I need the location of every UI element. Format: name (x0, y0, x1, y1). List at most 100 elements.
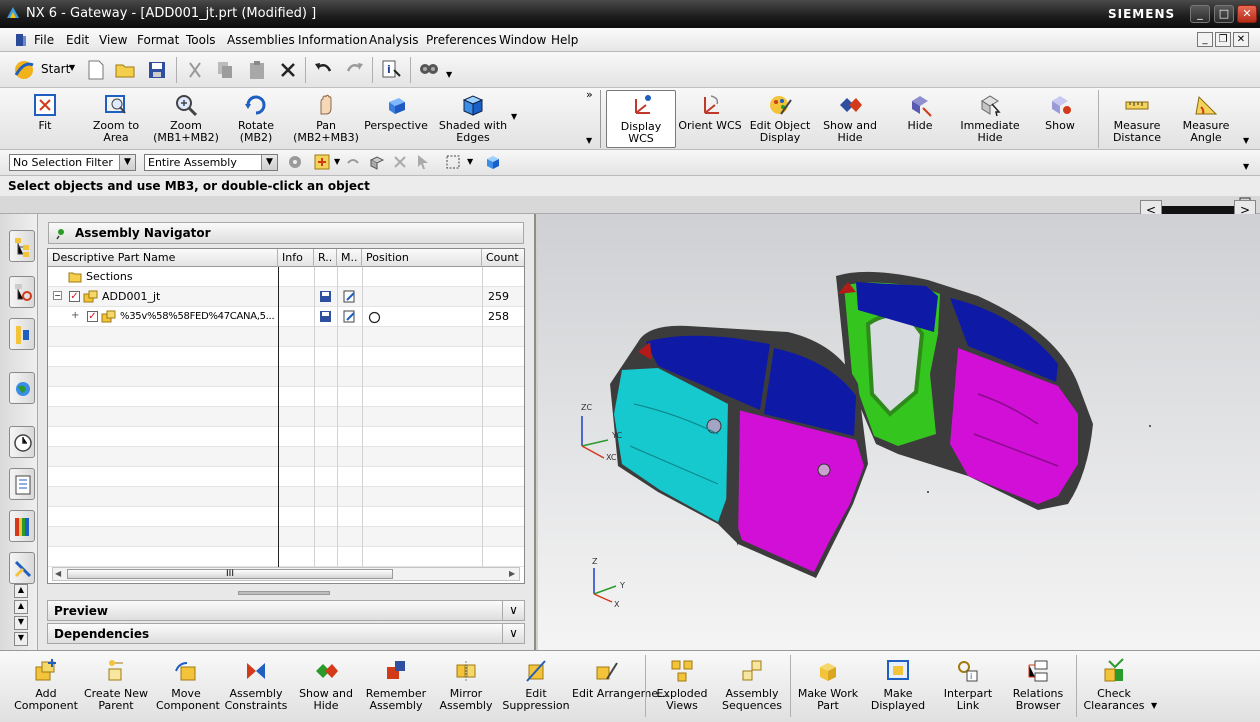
hide-button[interactable]: Hide (896, 90, 944, 148)
add-component-button[interactable]: Add Component (14, 655, 78, 719)
tree-row-component[interactable]: + ✓ %35v%58%58FED%47CANA,5... 258 (48, 307, 524, 327)
splitter-handle[interactable] (238, 591, 330, 595)
check-clearances-button[interactable]: Check Clearances (1082, 655, 1146, 719)
col-count[interactable]: Count (482, 249, 524, 267)
find-icon[interactable] (418, 58, 440, 80)
preview-panel[interactable]: Preview ∨ (47, 600, 525, 621)
menu-window[interactable]: Window (499, 33, 546, 47)
collapse-toggle[interactable]: − (53, 291, 62, 300)
relations-browser-button[interactable]: Relations Browser (1006, 655, 1070, 719)
graphics-window[interactable]: ZC YC XC Z Y X (538, 214, 1260, 650)
menu-preferences[interactable]: Preferences (426, 33, 497, 47)
menu-format[interactable]: Format (137, 33, 179, 47)
snap-point-icon[interactable] (313, 153, 333, 171)
box-select-icon[interactable] (368, 153, 386, 171)
dependencies-panel[interactable]: Dependencies ∨ (47, 623, 525, 644)
show-button[interactable]: Show (1036, 90, 1084, 148)
information-icon[interactable]: i (380, 58, 402, 80)
history-tab[interactable] (9, 426, 35, 458)
immediate-hide-button[interactable]: Immediate Hide (958, 90, 1022, 148)
rotate-button[interactable]: Rotate (MB2) (230, 90, 282, 148)
create-new-parent-button[interactable]: Create New Parent (82, 655, 150, 719)
edit-suppression-button[interactable]: Edit Suppression (502, 655, 570, 719)
paste-icon[interactable] (246, 59, 268, 81)
save-icon[interactable] (146, 59, 168, 81)
pointer-icon[interactable] (414, 153, 432, 171)
scroll-right-arrow[interactable]: ▶ (509, 568, 515, 580)
col-modified[interactable]: M.. (337, 249, 362, 267)
undo-select-icon[interactable] (345, 154, 361, 170)
filter-settings-icon[interactable] (286, 153, 304, 171)
system-materials-tab[interactable] (9, 468, 35, 500)
menu-help[interactable]: Help (551, 33, 578, 47)
visibility-checkbox[interactable]: ✓ (69, 291, 80, 302)
visualization-tab[interactable] (9, 510, 35, 542)
menu-view[interactable]: View (99, 33, 127, 47)
pan-button[interactable]: Pan (MB2+MB3) (292, 90, 360, 148)
web-browser-tab[interactable] (9, 372, 35, 404)
show-and-hide-button[interactable]: Show and Hide (818, 90, 882, 148)
orient-wcs-button[interactable]: Orient WCS (678, 90, 742, 148)
col-position[interactable]: Position (362, 249, 482, 267)
roles-tab[interactable] (9, 552, 35, 584)
col-info[interactable]: Info (278, 249, 314, 267)
make-displayed-button[interactable]: Make Displayed (866, 655, 930, 719)
component-select-icon[interactable] (484, 153, 502, 171)
interpart-link-button[interactable]: i Interpart Link (938, 655, 998, 719)
pin-icon[interactable] (55, 227, 68, 240)
col-descriptive-part-name[interactable]: Descriptive Part Name (48, 249, 278, 267)
measure-distance-button[interactable]: Measure Distance (1106, 90, 1168, 148)
menu-assemblies[interactable]: Assemblies (227, 33, 295, 47)
fit-button[interactable]: Fit (22, 90, 68, 148)
perspective-button[interactable]: Perspective (364, 90, 428, 148)
zoom-to-area-button[interactable]: Zoom to Area (86, 90, 146, 148)
menu-edit[interactable]: Edit (66, 33, 89, 47)
assembly-sequences-button[interactable]: Assembly Sequences (718, 655, 786, 719)
menu-tools[interactable]: Tools (186, 33, 216, 47)
deselect-icon[interactable] (391, 153, 409, 171)
tree-row-root[interactable]: − ✓ ADD001_jt 259 (48, 287, 524, 307)
open-icon[interactable] (114, 59, 136, 81)
selection-scope-dropdown[interactable]: Entire Assembly ▼ (144, 154, 278, 171)
menu-analysis[interactable]: Analysis (369, 33, 418, 47)
chevron-down-icon[interactable]: ∨ (502, 624, 524, 643)
shaded-with-edges-button[interactable]: Shaded with Edges (438, 90, 508, 148)
expand-toggle[interactable]: + (71, 311, 79, 321)
remember-assembly-button[interactable]: Remember Assembly (364, 655, 428, 719)
selection-filter-dropdown[interactable]: No Selection Filter ▼ (9, 154, 136, 171)
zoom-button[interactable]: Zoom (MB1+MB2) (152, 90, 220, 148)
constraint-navigator-tab[interactable] (9, 276, 35, 308)
scroll-left-arrow[interactable]: ◀ (55, 568, 61, 580)
assembly-show-and-hide-button[interactable]: Show and Hide (296, 655, 356, 719)
doc-minimize-button[interactable]: _ (1197, 32, 1213, 47)
measure-angle-button[interactable]: Measure Angle (1176, 90, 1236, 148)
start-button[interactable]: Start ▼ (12, 57, 80, 83)
menu-information[interactable]: Information (298, 33, 367, 47)
undo-icon[interactable] (312, 59, 334, 81)
close-button[interactable]: ✕ (1237, 5, 1257, 23)
new-icon[interactable] (85, 59, 107, 81)
chevron-down-icon[interactable]: ∨ (502, 601, 524, 620)
cut-icon[interactable] (184, 59, 206, 81)
maximize-button[interactable]: □ (1214, 5, 1234, 23)
scrollbar-thumb[interactable]: III (67, 569, 393, 579)
visibility-checkbox[interactable]: ✓ (87, 311, 98, 322)
part-navigator-tab[interactable] (9, 318, 35, 350)
menu-file[interactable]: File (34, 33, 54, 47)
make-work-part-button[interactable]: Make Work Part (796, 655, 860, 719)
rectangle-select-icon[interactable] (444, 153, 462, 171)
copy-icon[interactable] (214, 59, 236, 81)
navigator-hscrollbar[interactable]: ◀ III ▶ (52, 567, 520, 581)
edit-object-display-button[interactable]: Edit Object Display (746, 90, 814, 148)
mirror-assembly-button[interactable]: Mirror Assembly (436, 655, 496, 719)
doc-close-button[interactable]: ✕ (1233, 32, 1249, 47)
resource-bar-scroller[interactable]: ▲ ▲ ▼ ▼ (14, 584, 28, 646)
display-wcs-button[interactable]: Display WCS (606, 90, 676, 148)
assembly-constraints-button[interactable]: Assembly Constraints (222, 655, 290, 719)
delete-icon[interactable] (277, 59, 299, 81)
doc-restore-button[interactable]: ❐ (1215, 32, 1231, 47)
exploded-views-button[interactable]: Exploded Views (652, 655, 712, 719)
col-read-only[interactable]: R.. (314, 249, 337, 267)
redo-icon[interactable] (344, 59, 366, 81)
assembly-navigator-tab[interactable] (9, 230, 35, 262)
